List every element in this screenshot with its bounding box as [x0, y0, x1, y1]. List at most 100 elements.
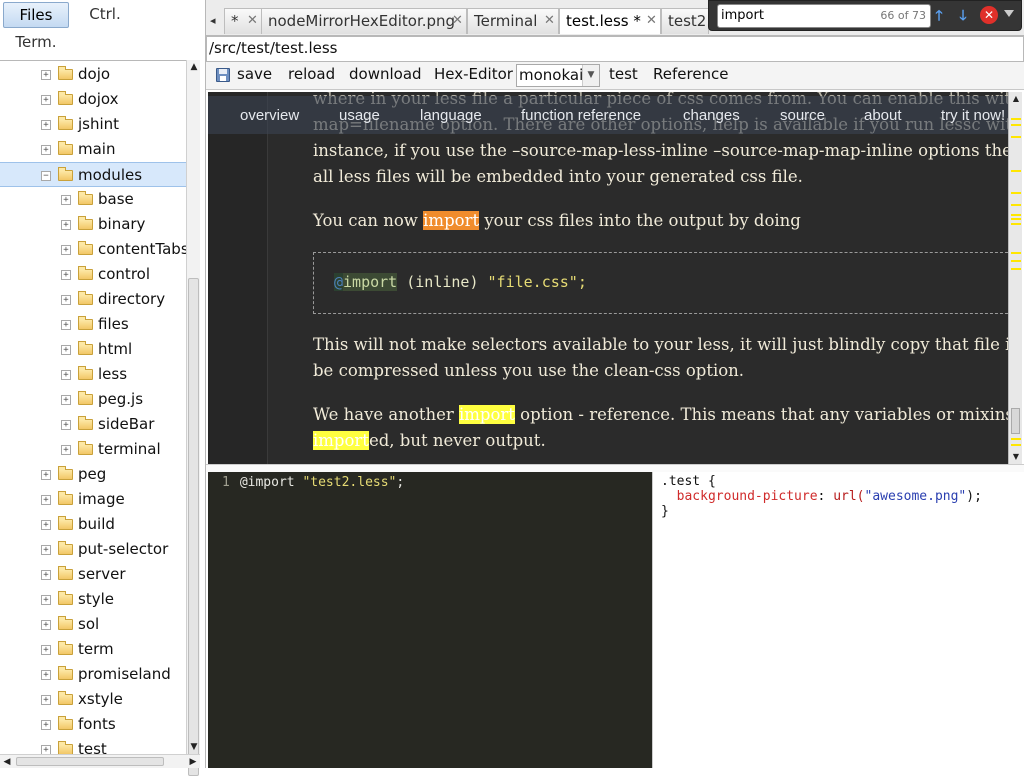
- expand-icon[interactable]: +: [61, 220, 71, 230]
- tree-item-sidebar[interactable]: + sideBar: [0, 412, 186, 437]
- nav-function-reference[interactable]: function reference: [521, 107, 641, 124]
- tab-term[interactable]: Term.: [3, 30, 69, 56]
- reference-button[interactable]: Reference: [653, 62, 729, 90]
- path-field[interactable]: /src/test/test.less: [206, 36, 1024, 62]
- close-icon[interactable]: ✕: [544, 9, 555, 33]
- tree-item-binary[interactable]: + binary: [0, 212, 186, 237]
- tree-item-peg[interactable]: + peg: [0, 462, 186, 487]
- save-icon[interactable]: [216, 68, 230, 82]
- expand-icon[interactable]: +: [41, 470, 51, 480]
- nav-language[interactable]: language: [420, 107, 482, 124]
- expand-icon[interactable]: +: [41, 670, 51, 680]
- close-icon[interactable]: ✕: [452, 9, 463, 33]
- html-preview[interactable]: where in your less file a particular pie…: [208, 92, 1008, 464]
- tree-item-xstyle[interactable]: + xstyle: [0, 687, 186, 712]
- expand-icon[interactable]: +: [61, 295, 71, 305]
- expand-icon[interactable]: +: [61, 270, 71, 280]
- pane-splitter[interactable]: [206, 464, 1024, 472]
- preview-scrollbar[interactable]: ▲ ▼: [1008, 92, 1022, 464]
- nav-overview[interactable]: overview: [240, 107, 299, 124]
- tab-test2-less[interactable]: test2.l: [661, 8, 709, 34]
- expand-icon[interactable]: +: [41, 620, 51, 630]
- find-next-icon[interactable]: 🡓: [953, 6, 973, 26]
- tree-item-test[interactable]: + test: [0, 737, 186, 754]
- hscroll-thumb[interactable]: [16, 757, 164, 766]
- tab-unnamed[interactable]: * ✕: [224, 8, 262, 34]
- scroll-thumb[interactable]: [1011, 408, 1020, 434]
- download-button[interactable]: download: [349, 62, 422, 90]
- tree-item-style[interactable]: + style: [0, 587, 186, 612]
- expand-icon[interactable]: +: [41, 70, 51, 80]
- tree-item-build[interactable]: + build: [0, 512, 186, 537]
- theme-select[interactable]: monokai ▼: [516, 64, 600, 87]
- tree-item-terminal[interactable]: + terminal: [0, 437, 186, 462]
- tab-files[interactable]: Files: [3, 2, 69, 28]
- expand-icon[interactable]: +: [41, 720, 51, 730]
- tree-item-peg-js[interactable]: + peg.js: [0, 387, 186, 412]
- expand-icon[interactable]: +: [41, 745, 51, 754]
- tree-item-term[interactable]: + term: [0, 637, 186, 662]
- tree-item-files[interactable]: + files: [0, 312, 186, 337]
- save-button[interactable]: save: [237, 62, 272, 90]
- tab-hex-image[interactable]: nodeMirrorHexEditor.png ✕: [261, 8, 467, 34]
- expand-icon[interactable]: +: [61, 420, 71, 430]
- expand-icon[interactable]: +: [41, 145, 51, 155]
- expand-icon[interactable]: +: [61, 245, 71, 255]
- expand-icon[interactable]: +: [41, 495, 51, 505]
- tree-item-directory[interactable]: + directory: [0, 287, 186, 312]
- tree-item-contenttabs[interactable]: + contentTabs: [0, 237, 186, 262]
- scroll-up-icon[interactable]: ▲: [187, 60, 201, 74]
- tree-item-base[interactable]: + base: [0, 187, 186, 212]
- scroll-down-icon[interactable]: ▼: [1009, 450, 1023, 464]
- test-button[interactable]: test: [609, 62, 638, 90]
- expand-icon[interactable]: +: [61, 320, 71, 330]
- expand-icon[interactable]: +: [41, 545, 51, 555]
- collapse-icon[interactable]: −: [41, 171, 51, 181]
- nav-changes[interactable]: changes: [683, 107, 740, 124]
- tree-horizontal-scrollbar[interactable]: ◀ ▶: [0, 754, 200, 768]
- scroll-left-icon[interactable]: ◀: [0, 755, 14, 769]
- expand-icon[interactable]: +: [41, 120, 51, 130]
- expand-icon[interactable]: +: [41, 695, 51, 705]
- expand-icon[interactable]: +: [41, 595, 51, 605]
- tree-item-html[interactable]: + html: [0, 337, 186, 362]
- tree-item-dojo[interactable]: + dojo: [0, 62, 186, 87]
- expand-icon[interactable]: +: [61, 370, 71, 380]
- expand-icon[interactable]: +: [41, 570, 51, 580]
- scroll-right-icon[interactable]: ▶: [186, 755, 200, 769]
- expand-icon[interactable]: +: [41, 95, 51, 105]
- find-input[interactable]: import 66 of 73: [717, 4, 931, 28]
- scroll-up-icon[interactable]: ▲: [1009, 92, 1023, 106]
- chevron-down-icon[interactable]: ▼: [582, 65, 599, 86]
- expand-icon[interactable]: +: [41, 520, 51, 530]
- tree-item-dojox[interactable]: + dojox: [0, 87, 186, 112]
- tree-item-main[interactable]: + main: [0, 137, 186, 162]
- tree-item-image[interactable]: + image: [0, 487, 186, 512]
- tree-item-fonts[interactable]: + fonts: [0, 712, 186, 737]
- find-previous-icon[interactable]: 🡑: [929, 6, 949, 26]
- tab-scroll-left-icon[interactable]: ◂: [210, 14, 216, 27]
- nav-about[interactable]: about: [864, 107, 902, 124]
- tree-item-server[interactable]: + server: [0, 562, 186, 587]
- tab-test-less[interactable]: test.less * ✕: [559, 8, 661, 34]
- expand-icon[interactable]: +: [61, 345, 71, 355]
- close-icon[interactable]: ✕: [646, 9, 657, 33]
- tree-item-less[interactable]: + less: [0, 362, 186, 387]
- tree-item-jshint[interactable]: + jshint: [0, 112, 186, 137]
- expand-icon[interactable]: +: [61, 445, 71, 455]
- tree-item-promiseland[interactable]: + promiseland: [0, 662, 186, 687]
- reload-button[interactable]: reload: [288, 62, 335, 90]
- nav-try-it-now[interactable]: try it now!: [941, 107, 1005, 124]
- tree-item-sol[interactable]: + sol: [0, 612, 186, 637]
- expand-icon[interactable]: +: [61, 195, 71, 205]
- tree-item-control[interactable]: + control: [0, 262, 186, 287]
- css-output[interactable]: .test { background-picture: url("awesome…: [652, 472, 1024, 768]
- nav-source[interactable]: source: [780, 107, 825, 124]
- tree-item-modules[interactable]: − modules: [0, 162, 186, 187]
- tab-ctrl[interactable]: Ctrl.: [70, 2, 140, 28]
- close-icon[interactable]: ✕: [247, 9, 258, 33]
- find-close-icon[interactable]: ✕: [980, 6, 998, 24]
- hex-editor-button[interactable]: Hex-Editor: [434, 62, 513, 90]
- tree-vertical-scrollbar[interactable]: ▲ ▼: [186, 60, 201, 776]
- expand-icon[interactable]: +: [41, 645, 51, 655]
